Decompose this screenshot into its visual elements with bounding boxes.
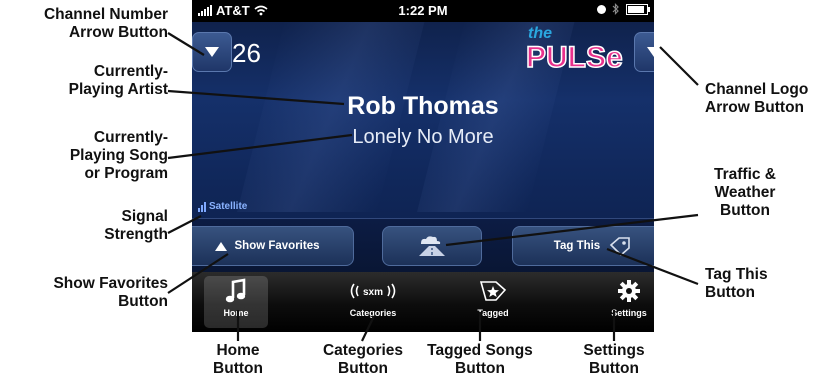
current-song: Lonely No More <box>352 126 494 148</box>
callout-home: Home Button <box>188 342 288 378</box>
callout-line: Currently- <box>93 129 168 146</box>
signal-bars-icon <box>198 201 206 212</box>
callout-line: Button <box>720 202 770 219</box>
tag-this-button[interactable]: Tag This <box>512 226 654 266</box>
tab-home-label: Home <box>223 308 249 318</box>
callout-line: Channel Logo <box>705 81 809 98</box>
channel-logo-top: the <box>528 25 552 42</box>
tab-settings[interactable]: Settings <box>586 276 654 328</box>
music-note-icon <box>225 278 246 303</box>
callout-line: Button <box>213 360 263 377</box>
svg-text:sxm: sxm <box>363 287 383 298</box>
channel-logo-main: PULSe <box>526 41 623 74</box>
tab-categories-label: Categories <box>349 308 397 318</box>
callout-signal-strength: Signal Strength <box>104 208 168 244</box>
callout-line: Button <box>589 360 639 377</box>
channel-logo-arrow-button[interactable] <box>634 32 654 72</box>
callout-current-artist: Currently- Playing Artist <box>69 63 168 99</box>
callout-categories: Categories Button <box>304 342 422 378</box>
callout-line: Home <box>216 342 260 359</box>
callout-line: Button <box>705 284 755 301</box>
arrow-up-icon <box>214 241 227 251</box>
channel-number-arrow-button[interactable] <box>192 32 232 72</box>
clock: 1:22 PM <box>398 3 448 18</box>
alarm-icon <box>597 4 606 14</box>
tab-bar: Home sxm Categories Tagged Settings <box>192 272 654 332</box>
channel-logo[interactable]: the PULSe <box>526 20 630 76</box>
callout-line: Currently- <box>93 63 168 80</box>
callout-tag-this: Tag This Button <box>705 266 768 302</box>
callout-line: Weather <box>714 184 776 201</box>
callout-line: Playing Artist <box>68 81 168 98</box>
show-favorites-label: Show Favorites <box>234 240 320 252</box>
traffic-weather-icon <box>419 236 445 256</box>
channel-number: 26 <box>232 38 261 68</box>
signal-strength-indicator: Satellite <box>198 201 247 212</box>
callout-line: Arrow Button <box>68 24 168 41</box>
callout-line: Button <box>338 360 388 377</box>
bluetooth-icon <box>612 3 619 15</box>
current-artist: Rob Thomas <box>347 92 499 120</box>
callout-line: Button <box>118 293 168 310</box>
tab-home[interactable]: Home <box>204 276 268 328</box>
callout-line: Tagged Songs <box>427 342 533 359</box>
tag-this-label: Tag This <box>553 240 601 252</box>
battery-icon <box>626 3 650 15</box>
callout-channel-logo-arrow: Channel Logo Arrow Button <box>705 81 808 117</box>
tab-categories[interactable]: sxm Categories <box>330 276 416 328</box>
callout-line: Signal <box>121 208 168 225</box>
callout-tagged-songs: Tagged Songs Button <box>420 342 540 378</box>
phone-screen: AT&T 1:22 PM 26 the PULSe Rob Thomas Lon… <box>192 0 654 332</box>
callout-line: Button <box>455 360 505 377</box>
callout-line: or Program <box>84 165 168 182</box>
callout-line: Tag This <box>705 266 768 283</box>
callout-traffic-weather: Traffic & Weather Button <box>690 166 800 220</box>
gear-icon <box>618 280 640 302</box>
leader-line-channel-logo <box>659 46 699 86</box>
traffic-weather-button[interactable] <box>382 226 482 266</box>
tab-tagged-label: Tagged <box>477 308 509 318</box>
callout-line: Playing Song <box>69 147 168 164</box>
tagged-star-icon <box>479 281 507 301</box>
status-bar: AT&T 1:22 PM <box>192 0 654 22</box>
show-favorites-button[interactable]: Show Favorites <box>192 226 354 266</box>
tab-tagged[interactable]: Tagged <box>450 276 536 328</box>
callout-settings: Settings Button <box>564 342 664 378</box>
sxm-logo-icon: sxm <box>350 283 396 299</box>
signal-label: Satellite <box>209 201 248 212</box>
tab-settings-label: Settings <box>611 308 647 318</box>
callout-show-favorites: Show Favorites Button <box>53 275 168 311</box>
tag-icon <box>610 237 631 257</box>
callout-line: Channel Number <box>43 6 168 23</box>
callout-line: Arrow Button <box>705 99 805 116</box>
callout-line: Strength <box>104 226 168 243</box>
callout-line: Traffic & <box>713 166 776 183</box>
callout-channel-number-arrow: Channel Number Arrow Button <box>44 6 168 42</box>
callout-line: Categories <box>322 342 404 359</box>
callout-line: Show Favorites <box>53 275 168 292</box>
callout-line: Settings <box>583 342 645 359</box>
callout-current-song: Currently- Playing Song or Program <box>70 129 168 183</box>
action-button-row: Show Favorites Tag This <box>192 219 654 272</box>
